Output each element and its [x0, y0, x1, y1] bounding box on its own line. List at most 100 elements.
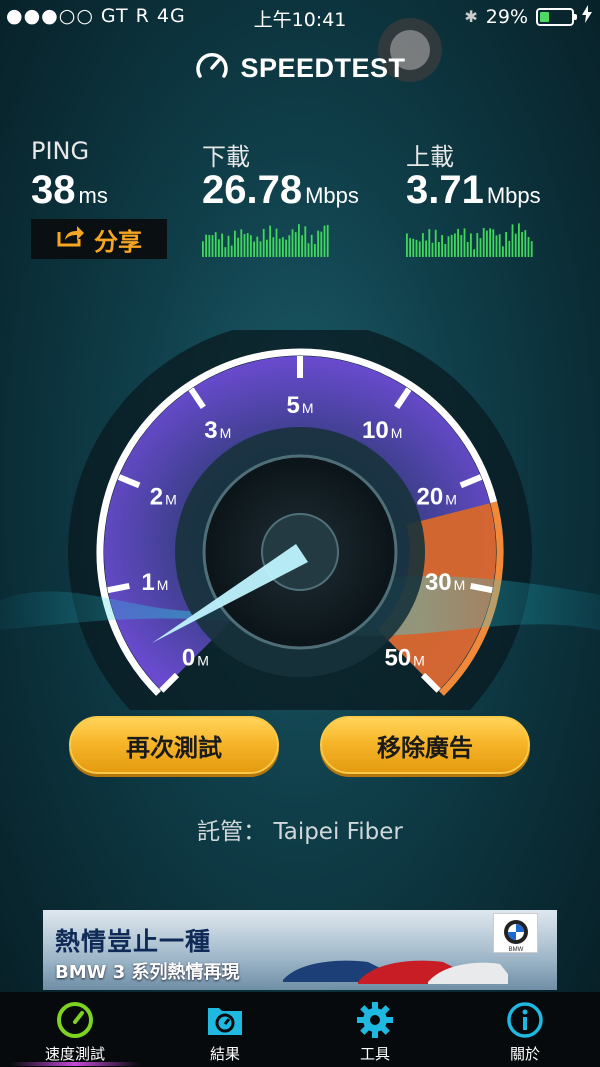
graph-bar: [262, 228, 265, 257]
graph-bar: [211, 235, 214, 257]
graph-bar: [444, 244, 447, 257]
graph-bar: [246, 233, 249, 257]
car-image: [283, 960, 508, 984]
upload-unit: Mbps: [486, 183, 541, 208]
upload-label: 上載: [406, 143, 454, 171]
graph-bar: [269, 225, 271, 257]
gauge-tick: [470, 583, 493, 594]
graph-bar: [406, 233, 408, 257]
ping-number: 38: [31, 168, 76, 212]
graph-bar: [240, 229, 243, 257]
graph-bar: [256, 236, 259, 257]
graph-bar: [438, 241, 440, 257]
battery-icon: [536, 7, 577, 26]
tab-tools-label: 工具: [359, 1045, 390, 1063]
graph-bar: [470, 233, 472, 257]
remove-ads-button[interactable]: 移除廣告: [320, 716, 530, 774]
download-value: 26.78 Mbps: [202, 168, 359, 213]
graph-bar: [495, 235, 498, 257]
speedometer-icon: [194, 48, 230, 88]
graph-bar: [450, 234, 453, 257]
graph-bar: [422, 233, 424, 257]
tab-bar: 速度測試 結果 工具 關於: [0, 992, 600, 1067]
ad-banner[interactable]: 熱情豈止一種 BMW 3 系列熱情再現 BMW: [43, 910, 557, 990]
graph-bar: [473, 249, 475, 257]
graph-bar: [511, 224, 514, 257]
graph-bar: [221, 233, 223, 257]
graph-bar: [275, 228, 278, 257]
status-bar: ●●●○○ GT R 4G 上午10:41 ✱ 29%: [0, 0, 600, 34]
tab-about[interactable]: 關於: [450, 992, 600, 1067]
active-tab-indicator: [10, 1062, 140, 1066]
graph-bar: [466, 241, 469, 257]
graph-bar: [460, 235, 463, 257]
graph-bar: [294, 232, 297, 257]
graph-bar: [434, 229, 437, 257]
app-logo: SPEEDTEST: [0, 48, 600, 88]
app-title: SPEEDTEST: [240, 52, 406, 83]
graph-bar: [428, 229, 431, 257]
graph-bar: [202, 241, 204, 257]
ad-headline: 熱情豈止一種: [55, 927, 212, 956]
tab-results-label: 結果: [209, 1045, 240, 1063]
graph-bar: [253, 241, 255, 257]
graph-bar: [282, 237, 284, 257]
graph-bar: [521, 231, 523, 257]
retest-button[interactable]: 再次測試: [69, 716, 279, 774]
graph-bar: [530, 241, 533, 257]
tab-results[interactable]: 結果: [150, 992, 300, 1067]
graph-bar: [323, 225, 326, 257]
graph-bar: [476, 233, 479, 257]
bolt-icon: [582, 5, 592, 28]
upload-number: 3.71: [406, 168, 484, 212]
tab-tools[interactable]: 工具: [300, 992, 450, 1067]
graph-bar: [492, 229, 495, 257]
graph-bar: [326, 224, 329, 257]
graph-bar: [412, 238, 415, 257]
share-icon: [56, 224, 86, 254]
graph-bar: [266, 239, 268, 257]
graph-bar: [418, 241, 421, 257]
graph-bar: [463, 228, 466, 257]
share-button[interactable]: 分享: [31, 219, 167, 259]
bmw-logo: BMW: [493, 913, 538, 953]
battery-percent: 29%: [485, 5, 528, 28]
graph-bar: [259, 241, 262, 257]
graph-bar: [230, 245, 233, 257]
tab-about-label: 關於: [509, 1045, 540, 1063]
graph-bar: [243, 234, 246, 257]
speed-gauge: 0 M1 M2 M3 M5 M10 M20 M30 M50 M: [0, 330, 600, 710]
download-speed-graph: [202, 224, 329, 257]
ping-label: PING: [31, 137, 90, 165]
download-unit: Mbps: [305, 183, 359, 208]
graph-bar: [489, 228, 491, 257]
graph-bar: [502, 246, 504, 257]
download-label: 下載: [202, 143, 250, 171]
battery-fill: [540, 11, 549, 22]
upload-value: 3.71 Mbps: [406, 168, 541, 213]
graph-bar: [320, 231, 323, 257]
graph-bar: [317, 230, 319, 257]
graph-bar: [527, 236, 530, 257]
graph-bar: [514, 233, 517, 257]
graph-bar: [518, 223, 520, 257]
graph-bar: [234, 230, 236, 257]
graph-bar: [409, 238, 411, 257]
tab-speedtest-label: 速度測試: [44, 1045, 105, 1063]
gear-icon: [355, 1000, 395, 1040]
graph-bar: [508, 240, 511, 257]
tab-speedtest[interactable]: 速度測試: [0, 992, 150, 1067]
graph-bar: [237, 237, 239, 257]
graph-bar: [291, 229, 294, 257]
graph-bar: [524, 230, 527, 257]
graph-bar: [227, 235, 230, 257]
graph-bar: [307, 243, 310, 257]
graph-bar: [285, 239, 287, 257]
graph-bar: [250, 235, 252, 257]
folder-gauge-icon: [205, 1000, 245, 1040]
host-info: 託管： Taipei Fiber: [0, 812, 600, 846]
graph-bar: [218, 239, 220, 257]
status-right: ✱ 29%: [464, 5, 592, 28]
gauge-tick: [107, 583, 130, 594]
graph-bar: [457, 228, 459, 257]
